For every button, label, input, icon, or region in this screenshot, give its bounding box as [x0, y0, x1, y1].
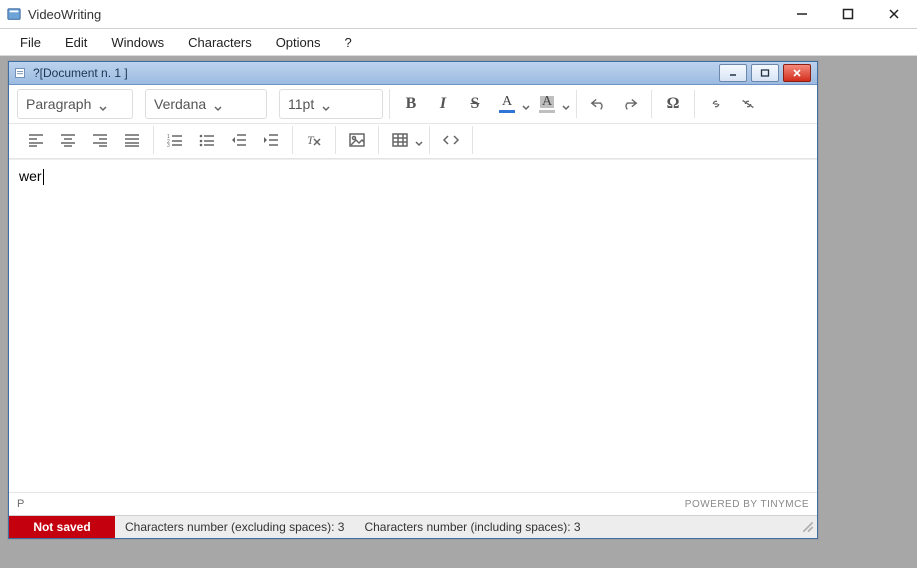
italic-button[interactable]: I: [428, 90, 458, 118]
window-controls: [779, 0, 917, 28]
document-title: ?[Document n. 1 ]: [33, 66, 713, 80]
app-window: VideoWriting File Edit Windows Character…: [0, 0, 917, 568]
insert-image-button[interactable]: [342, 126, 372, 154]
font-size-label: 11pt: [288, 96, 314, 112]
char-count-excluding: Characters number (excluding spaces): 3: [115, 520, 354, 534]
chevron-down-icon: [415, 136, 423, 144]
paragraph-format-label: Paragraph: [26, 96, 91, 112]
document-icon: [13, 66, 27, 80]
element-path[interactable]: P: [17, 498, 24, 510]
document-titlebar[interactable]: ?[Document n. 1 ]: [9, 62, 817, 85]
undo-button[interactable]: [583, 90, 613, 118]
editor-toolbar-row-1: Paragraph Verdana: [9, 85, 817, 124]
char-count-including: Characters number (including spaces): 3: [354, 520, 590, 534]
highlight-color-swatch: [539, 110, 555, 113]
app-icon: [6, 6, 22, 22]
text-color-swatch: [499, 110, 515, 113]
editor-text: wer: [19, 168, 42, 184]
workspace: ?[Document n. 1 ] Parag: [0, 56, 917, 568]
align-left-button[interactable]: [21, 126, 51, 154]
align-justify-button[interactable]: [117, 126, 147, 154]
maximize-button[interactable]: [825, 0, 871, 28]
special-character-button[interactable]: Ω: [658, 90, 688, 118]
doc-close-button[interactable]: [783, 64, 811, 82]
chevron-down-icon: [562, 100, 570, 108]
align-right-button[interactable]: [85, 126, 115, 154]
bold-button[interactable]: B: [396, 90, 426, 118]
source-code-button[interactable]: [436, 126, 466, 154]
indent-button[interactable]: [256, 126, 286, 154]
minimize-button[interactable]: [779, 0, 825, 28]
highlight-color-button[interactable]: A: [532, 90, 570, 118]
editor-content-area[interactable]: wer: [9, 159, 817, 492]
menu-help[interactable]: ?: [333, 32, 364, 53]
chevron-down-icon: [99, 100, 107, 108]
clear-formatting-button[interactable]: T: [299, 126, 329, 154]
insert-table-button[interactable]: [385, 126, 423, 154]
document-window-controls: [719, 64, 813, 82]
doc-maximize-button[interactable]: [751, 64, 779, 82]
powered-by-label[interactable]: POWERED BY TINYMCE: [685, 499, 809, 510]
font-family-select[interactable]: Verdana: [145, 89, 267, 119]
bullet-list-button[interactable]: [192, 126, 222, 154]
menubar: File Edit Windows Characters Options ?: [0, 29, 917, 56]
app-title: VideoWriting: [28, 7, 779, 22]
align-center-button[interactable]: [53, 126, 83, 154]
font-size-select[interactable]: 11pt: [279, 89, 383, 119]
save-status-badge: Not saved: [9, 516, 115, 538]
remove-link-button[interactable]: [733, 90, 763, 118]
svg-text:3: 3: [167, 143, 170, 147]
numbered-list-button[interactable]: 123: [160, 126, 190, 154]
svg-text:2: 2: [167, 139, 170, 145]
titlebar: VideoWriting: [0, 0, 917, 29]
font-family-label: Verdana: [154, 96, 206, 112]
document-window: ?[Document n. 1 ] Parag: [8, 61, 818, 539]
close-button[interactable]: [871, 0, 917, 28]
editor-toolbar-row-2: 123 T: [9, 124, 817, 159]
redo-button[interactable]: [615, 90, 645, 118]
menu-file[interactable]: File: [8, 32, 53, 53]
menu-edit[interactable]: Edit: [53, 32, 99, 53]
svg-text:T: T: [307, 133, 315, 147]
insert-link-button[interactable]: [701, 90, 731, 118]
text-color-button[interactable]: A: [492, 90, 530, 118]
menu-characters[interactable]: Characters: [176, 32, 264, 53]
svg-text:1: 1: [167, 134, 170, 140]
menu-options[interactable]: Options: [264, 32, 333, 53]
text-caret: [43, 169, 44, 185]
strikethrough-button[interactable]: S: [460, 90, 490, 118]
resize-grip-icon[interactable]: [801, 520, 815, 534]
chevron-down-icon: [322, 100, 330, 108]
save-status-bar: Not saved Characters number (excluding s…: [9, 515, 817, 538]
editor-statusbar: P POWERED BY TINYMCE: [9, 492, 817, 515]
chevron-down-icon: [522, 100, 530, 108]
outdent-button[interactable]: [224, 126, 254, 154]
chevron-down-icon: [214, 100, 222, 108]
paragraph-format-select[interactable]: Paragraph: [17, 89, 133, 119]
doc-minimize-button[interactable]: [719, 64, 747, 82]
menu-windows[interactable]: Windows: [99, 32, 176, 53]
